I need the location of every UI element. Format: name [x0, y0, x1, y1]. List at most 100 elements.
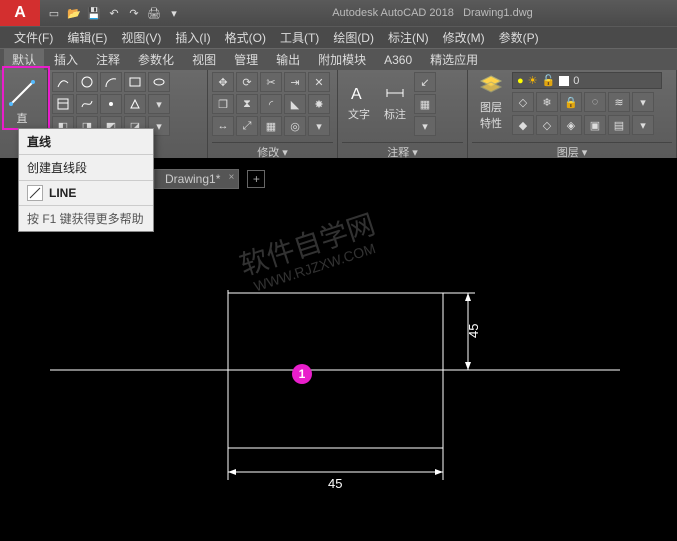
text-button[interactable]: A 文字 [342, 72, 376, 132]
layer-iso-icon[interactable]: ◇ [512, 92, 534, 112]
menu-tools[interactable]: 工具(T) [274, 27, 325, 48]
tooltip-line-icon [27, 185, 43, 201]
tab-parametric[interactable]: 参数化 [130, 49, 182, 70]
menu-draw[interactable]: 绘图(D) [327, 27, 380, 48]
tab-default[interactable]: 默认 [4, 49, 44, 70]
drawing-canvas[interactable]: 45 45 [0, 190, 677, 536]
tooltip-title: 直线 [19, 129, 153, 155]
dim-vertical-value: 45 [466, 324, 481, 338]
tooltip-command: LINE [49, 186, 76, 200]
layer-c-icon[interactable]: ◈ [560, 115, 582, 135]
tooltip-subtitle: 创建直线段 [19, 155, 153, 180]
layer-a-icon[interactable]: ◆ [512, 115, 534, 135]
quick-access-toolbar: ▭ 📂 💾 ↶ ↷ 🖨 ▾ [40, 5, 188, 21]
layer-dropdown[interactable]: ● ☀ 🔓 0 [512, 72, 662, 89]
layer-lock2-icon[interactable]: 🔒 [560, 92, 582, 112]
polyline-icon[interactable] [52, 72, 74, 92]
layer-off-icon[interactable]: ◌ [584, 92, 606, 112]
array-icon[interactable]: ▦ [260, 116, 282, 136]
panel-annotate-label[interactable]: 注释 ▾ [342, 142, 463, 158]
layer-match-icon[interactable]: ≋ [608, 92, 630, 112]
close-icon[interactable]: × [229, 172, 235, 183]
explode-icon[interactable]: ✸ [308, 94, 330, 114]
dimension-icon [384, 82, 406, 104]
stretch-icon[interactable]: ↔ [212, 116, 234, 136]
region-icon[interactable] [124, 94, 146, 114]
tab-a360[interactable]: A360 [376, 51, 420, 69]
doc-tab-drawing1[interactable]: Drawing1* × [154, 169, 239, 189]
menu-format[interactable]: 格式(O) [219, 27, 272, 48]
rect-icon[interactable] [124, 72, 146, 92]
dimension-label: 标注 [384, 106, 406, 122]
document-tabs: Drawing1* × + [154, 168, 265, 190]
copy-icon[interactable]: ❐ [212, 94, 234, 114]
layer-more-icon[interactable]: ▾ [632, 92, 654, 112]
layer-e-icon[interactable]: ▤ [608, 115, 630, 135]
tab-insert[interactable]: 插入 [46, 49, 86, 70]
tooltip: 直线 创建直线段 LINE 按 F1 键获得更多帮助 [18, 128, 154, 232]
sun-icon: ☀ [528, 74, 538, 87]
layer-freeze-icon[interactable]: ❄ [536, 92, 558, 112]
layer-b-icon[interactable]: ◇ [536, 115, 558, 135]
menu-parametric[interactable]: 参数(P) [493, 27, 545, 48]
panel-layers-label[interactable]: 图层 ▾ [472, 142, 672, 158]
qat-redo-icon[interactable]: ↷ [126, 5, 142, 21]
tab-annotate[interactable]: 注释 [88, 49, 128, 70]
fillet-icon[interactable]: ◜ [260, 94, 282, 114]
menu-edit[interactable]: 编辑(E) [61, 27, 113, 48]
doc-tab-label: Drawing1* [165, 172, 220, 186]
menu-modify[interactable]: 修改(M) [437, 27, 491, 48]
rotate-icon[interactable]: ⟳ [236, 72, 258, 92]
more-modify-icon[interactable]: ▾ [308, 116, 330, 136]
tab-featured[interactable]: 精选应用 [422, 49, 486, 70]
point-icon[interactable] [100, 94, 122, 114]
table-icon[interactable]: ▦ [414, 94, 436, 114]
qat-new-icon[interactable]: ▭ [46, 5, 62, 21]
qat-save-icon[interactable]: 💾 [86, 5, 102, 21]
layer-d-icon[interactable]: ▣ [584, 115, 606, 135]
layer-properties-label: 图层 特性 [480, 99, 502, 131]
annot-more-icon[interactable]: ▾ [414, 116, 436, 136]
text-icon: A [348, 82, 370, 104]
lock-icon: 🔓 [542, 74, 556, 87]
tab-manage[interactable]: 管理 [226, 49, 266, 70]
layers-icon [479, 73, 503, 97]
ellipse-icon[interactable] [148, 72, 170, 92]
menu-insert[interactable]: 插入(I) [169, 27, 216, 48]
chamfer-icon[interactable]: ◣ [284, 94, 306, 114]
mirror-icon[interactable]: ⧗ [236, 94, 258, 114]
offset-icon[interactable]: ◎ [284, 116, 306, 136]
line-button[interactable]: 直 [4, 72, 40, 132]
tab-addins[interactable]: 附加模块 [310, 49, 374, 70]
menu-file[interactable]: 文件(F) [8, 27, 59, 48]
panel-modify-label[interactable]: 修改 ▾ [212, 142, 333, 158]
menu-view[interactable]: 视图(V) [115, 27, 167, 48]
add-tab-button[interactable]: + [247, 170, 265, 188]
qat-undo-icon[interactable]: ↶ [106, 5, 122, 21]
color-swatch [559, 76, 569, 86]
trim-icon[interactable]: ✂ [260, 72, 282, 92]
scale-icon[interactable]: ⤢ [236, 116, 258, 136]
dimension-button[interactable]: 标注 [378, 72, 412, 132]
arc-icon[interactable] [100, 72, 122, 92]
annotation-marker-1: 1 [292, 364, 312, 384]
app-logo[interactable]: A [0, 0, 40, 26]
tab-output[interactable]: 输出 [268, 49, 308, 70]
ribbon-tabs: 默认 插入 注释 参数化 视图 管理 输出 附加模块 A360 精选应用 [0, 48, 677, 70]
spline-icon[interactable] [76, 94, 98, 114]
qat-plot-icon[interactable]: 🖨 [146, 5, 162, 21]
menu-dimension[interactable]: 标注(N) [382, 27, 435, 48]
more-draw-icon[interactable]: ▾ [148, 94, 170, 114]
qat-open-icon[interactable]: 📂 [66, 5, 82, 21]
extend-icon[interactable]: ⇥ [284, 72, 306, 92]
tab-view[interactable]: 视图 [184, 49, 224, 70]
layer-properties-button[interactable]: 图层 特性 [472, 72, 510, 132]
circle-icon[interactable] [76, 72, 98, 92]
erase-icon[interactable]: ✕ [308, 72, 330, 92]
leader-icon[interactable]: ↙ [414, 72, 436, 92]
hatch-icon[interactable] [52, 94, 74, 114]
line-icon [7, 78, 37, 108]
layer-f-icon[interactable]: ▾ [632, 115, 654, 135]
qat-more-icon[interactable]: ▾ [166, 5, 182, 21]
move-icon[interactable]: ✥ [212, 72, 234, 92]
